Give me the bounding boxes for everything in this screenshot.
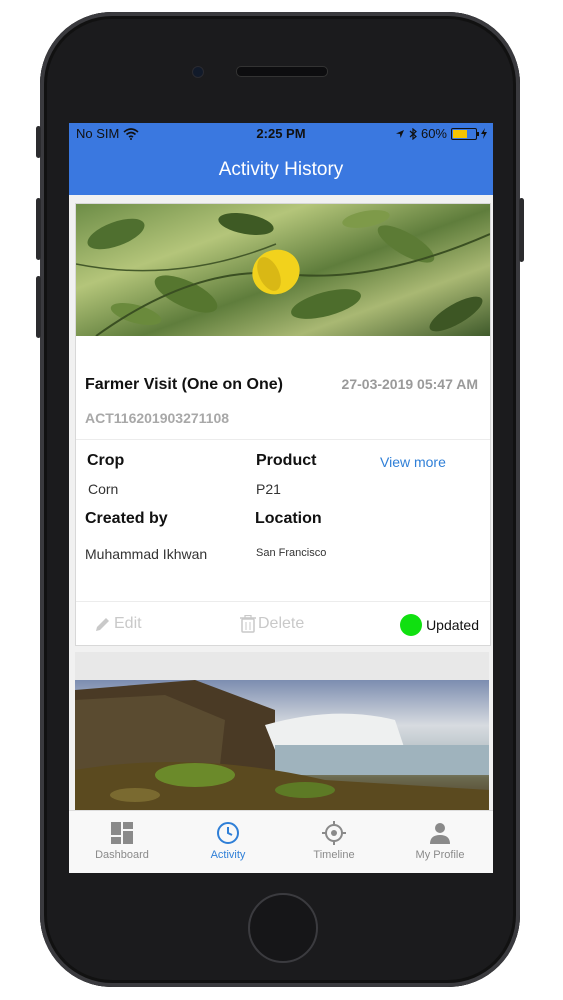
product-value: P21 xyxy=(256,481,281,497)
created-by-label: Created by xyxy=(85,510,168,527)
tab-label: My Profile xyxy=(415,849,465,861)
mute-switch xyxy=(36,126,41,158)
tab-my-profile[interactable]: My Profile xyxy=(387,811,493,873)
crop-label: Crop xyxy=(87,452,125,469)
delete-button[interactable]: Delete xyxy=(240,615,304,633)
activity-photo xyxy=(76,204,490,336)
crop-value: Corn xyxy=(88,481,119,497)
charging-icon xyxy=(481,128,487,139)
earpiece-speaker xyxy=(236,66,328,77)
bluetooth-icon xyxy=(409,127,417,140)
target-icon xyxy=(322,821,346,845)
location-value: San Francisco xyxy=(256,547,327,559)
divider xyxy=(76,601,490,602)
volume-up-button xyxy=(36,198,41,260)
battery-percent: 60% xyxy=(420,126,447,141)
activity-list[interactable]: Farmer Visit (One on One) 27-03-2019 05:… xyxy=(69,195,493,810)
status-label: Updated xyxy=(426,617,479,633)
location-label: Location xyxy=(255,510,322,527)
battery-icon xyxy=(451,127,479,140)
status-bar: No SIM 2:25 PM 60% xyxy=(69,123,493,145)
divider xyxy=(76,439,490,440)
clock-icon xyxy=(217,822,239,844)
activity-id: ACT116201903271108 xyxy=(85,410,230,426)
tab-activity[interactable]: Activity xyxy=(175,811,281,873)
page-title: Activity History xyxy=(218,159,344,180)
edit-label: Edit xyxy=(114,615,142,632)
activity-card[interactable] xyxy=(75,652,489,810)
pencil-icon xyxy=(96,618,109,631)
delete-label: Delete xyxy=(258,615,305,632)
home-button[interactable] xyxy=(248,893,318,963)
power-button xyxy=(519,198,524,262)
activity-photo xyxy=(75,680,489,810)
volume-down-button xyxy=(36,276,41,338)
tab-dashboard[interactable]: Dashboard xyxy=(69,811,175,873)
status-badge: Updated xyxy=(400,614,479,636)
activity-title: Farmer Visit (One on One) xyxy=(85,376,283,393)
product-label: Product xyxy=(256,452,317,469)
created-by-value: Muhammad Ikhwan xyxy=(85,546,208,562)
tab-label: Dashboard xyxy=(95,849,149,861)
tab-label: Timeline xyxy=(313,849,355,861)
person-icon xyxy=(430,823,450,844)
tab-timeline[interactable]: Timeline xyxy=(281,811,387,873)
front-camera xyxy=(192,66,204,78)
dashboard-icon xyxy=(111,822,133,844)
app-bar: Activity History xyxy=(69,145,493,195)
view-more-link[interactable]: View more xyxy=(380,454,446,470)
activity-card[interactable]: Farmer Visit (One on One) 27-03-2019 05:… xyxy=(75,203,491,646)
screen: No SIM 2:25 PM 60% Activity History Farm… xyxy=(69,123,493,873)
location-arrow-icon xyxy=(395,129,404,138)
tab-bar: Dashboard Activity Timeline My Profile xyxy=(69,810,493,873)
edit-button[interactable]: Edit xyxy=(94,615,142,633)
trash-icon xyxy=(240,615,256,633)
status-dot xyxy=(400,614,423,636)
activity-date: 27-03-2019 05:47 AM xyxy=(341,376,478,392)
tab-label: Activity xyxy=(210,849,246,861)
